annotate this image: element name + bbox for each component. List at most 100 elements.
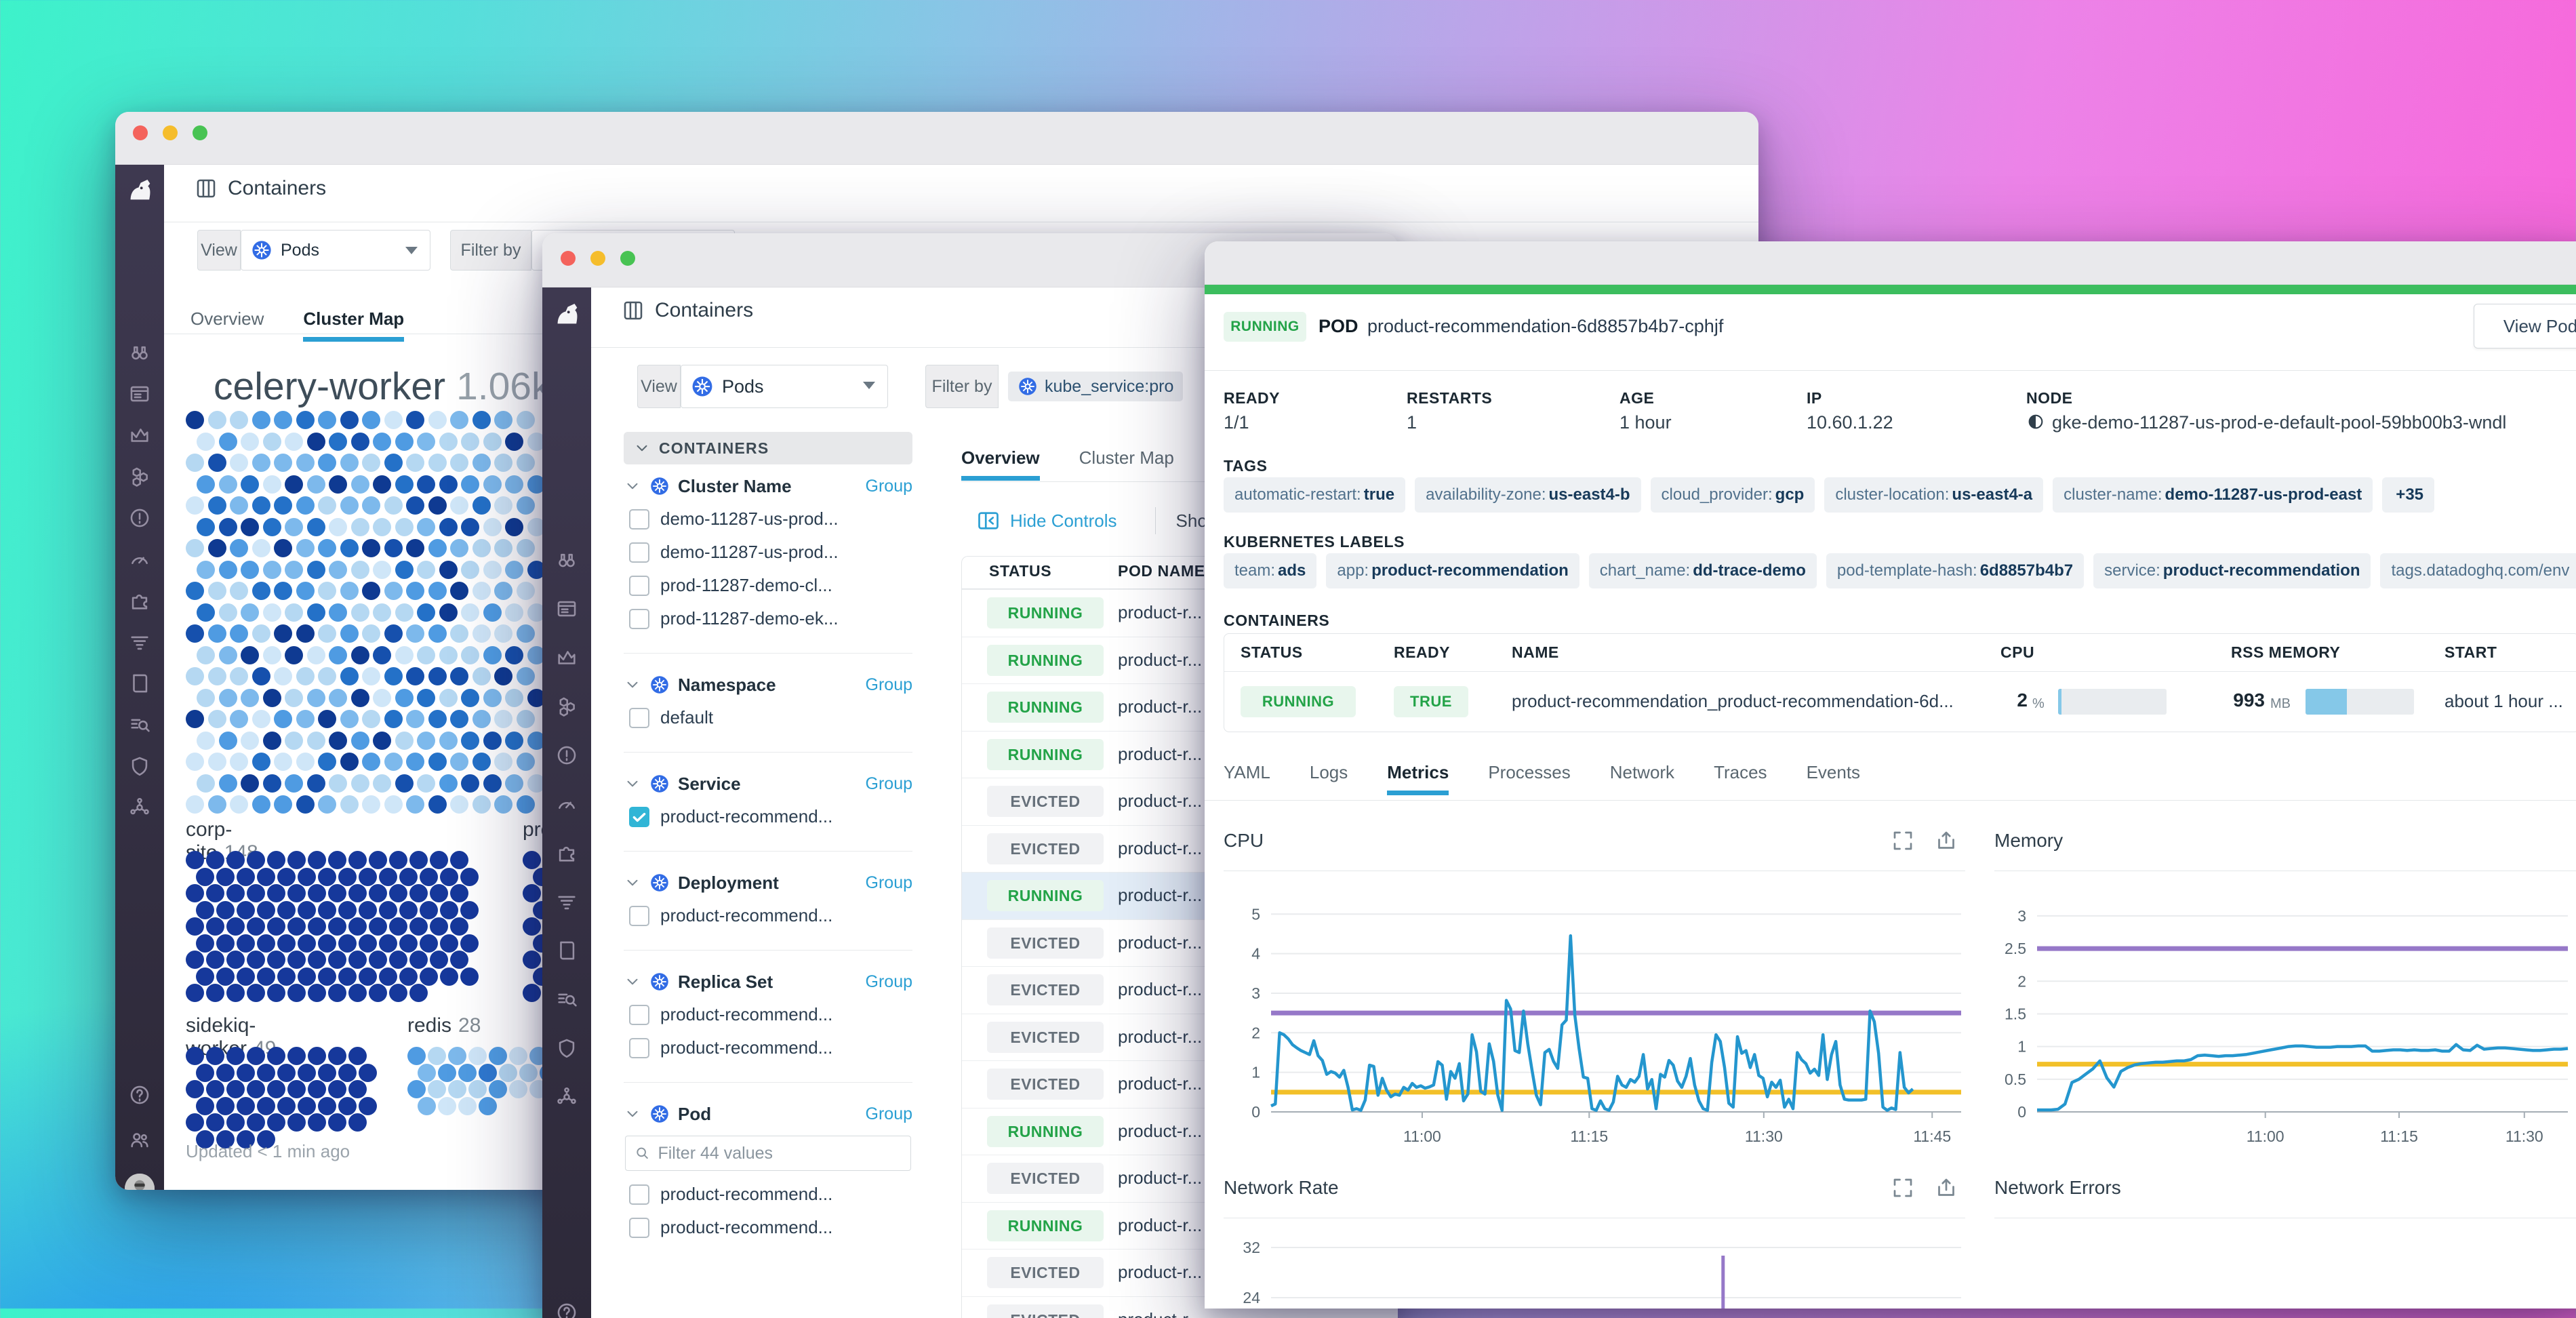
pod-dot[interactable]	[384, 539, 403, 557]
pod-dot[interactable]	[340, 411, 359, 429]
pod-dot[interactable]	[417, 518, 435, 536]
pod-dot[interactable]	[296, 753, 315, 771]
pod-dot[interactable]	[208, 753, 226, 771]
tag-pill[interactable]: app:product-recommendation	[1326, 553, 1579, 588]
pod-dot[interactable]	[274, 795, 292, 814]
pod-dot[interactable]	[247, 1113, 265, 1132]
pod-dot[interactable]	[384, 795, 403, 814]
pod-dot[interactable]	[298, 934, 316, 953]
pod-dot[interactable]	[241, 433, 259, 451]
pod-dot[interactable]	[298, 1097, 316, 1115]
pod-dot[interactable]	[277, 1064, 296, 1082]
pod-dot[interactable]	[450, 795, 468, 814]
pod-dot[interactable]	[328, 917, 346, 936]
pod-dot[interactable]	[287, 1113, 306, 1132]
pod-dot[interactable]	[241, 646, 259, 664]
pod-dot[interactable]	[483, 561, 502, 579]
group-section-header[interactable]: ServiceGroup	[624, 767, 912, 800]
pod-dot[interactable]	[257, 1064, 275, 1082]
pod-dot[interactable]	[267, 1113, 285, 1132]
pod-dot[interactable]	[472, 753, 491, 771]
pod-dot[interactable]	[450, 582, 468, 600]
pod-dot[interactable]	[439, 561, 458, 579]
pod-dot[interactable]	[226, 917, 245, 936]
pod-dot[interactable]	[395, 561, 414, 579]
pod-dot[interactable]	[439, 646, 458, 664]
pod-dot[interactable]	[373, 732, 391, 750]
pod-dot[interactable]	[406, 795, 424, 814]
pod-dot[interactable]	[450, 884, 468, 902]
pod-dot[interactable]	[409, 984, 428, 1002]
pod-dot[interactable]	[369, 884, 387, 902]
pod-dot[interactable]	[263, 433, 281, 451]
pod-dot[interactable]	[406, 624, 424, 643]
pod-dot[interactable]	[468, 1047, 487, 1065]
pod-dot[interactable]	[296, 667, 315, 685]
group-link[interactable]: Group	[866, 675, 912, 695]
tab-cluster-map[interactable]: Cluster Map	[303, 308, 404, 340]
pod-dot[interactable]	[440, 967, 458, 986]
pod-dot[interactable]	[263, 646, 281, 664]
pod-dot[interactable]	[373, 774, 391, 793]
pod-dot[interactable]	[208, 667, 226, 685]
pod-dot[interactable]	[196, 1097, 214, 1115]
pod-dot[interactable]	[517, 411, 535, 429]
pod-dot[interactable]	[219, 774, 237, 793]
pod-dot[interactable]	[230, 582, 248, 600]
pod-dot[interactable]	[461, 433, 479, 451]
metrics-icon[interactable]	[555, 646, 578, 669]
pod-dot[interactable]	[362, 411, 380, 429]
pod-dot[interactable]	[230, 454, 248, 472]
group-link[interactable]: Group	[866, 1104, 912, 1124]
pod-dot[interactable]	[362, 795, 380, 814]
infrastructure-icon[interactable]	[555, 695, 578, 718]
pod-dot[interactable]	[517, 795, 535, 814]
pod-dot[interactable]	[523, 984, 541, 1002]
checkbox[interactable]	[629, 708, 649, 728]
pod-dot[interactable]	[252, 795, 270, 814]
pod-dot[interactable]	[296, 795, 315, 814]
pod-dot[interactable]	[196, 967, 214, 986]
pod-dot[interactable]	[186, 984, 204, 1002]
pod-dot[interactable]	[406, 753, 424, 771]
pod-dot[interactable]	[247, 951, 265, 969]
pod-dot[interactable]	[277, 868, 296, 886]
pod-dot[interactable]	[430, 951, 448, 969]
pod-dot[interactable]	[438, 1097, 456, 1115]
metrics-icon[interactable]	[128, 424, 151, 447]
pod-dot[interactable]	[308, 851, 326, 869]
pod-dot[interactable]	[208, 624, 226, 643]
pod-dot[interactable]	[472, 539, 491, 557]
pod-dot[interactable]	[472, 582, 491, 600]
pod-dot[interactable]	[267, 851, 285, 869]
pod-dot[interactable]	[440, 934, 458, 953]
pod-dot[interactable]	[483, 433, 502, 451]
tag-pill[interactable]: pod-template-hash:6d8857b4b7	[1826, 553, 2084, 588]
pod-dot[interactable]	[517, 539, 535, 557]
pod-dot[interactable]	[369, 917, 387, 936]
pod-dot[interactable]	[296, 582, 315, 600]
pod-dot[interactable]	[287, 884, 306, 902]
pod-dot[interactable]	[285, 475, 303, 494]
export-icon[interactable]	[1934, 1176, 1958, 1200]
pod-dot[interactable]	[263, 518, 281, 536]
pod-dot[interactable]	[206, 984, 224, 1002]
monitors-icon[interactable]	[555, 744, 578, 767]
pod-dot[interactable]	[237, 967, 255, 986]
pod-dot[interactable]	[318, 753, 336, 771]
pod-dot[interactable]	[308, 984, 326, 1002]
pod-dot[interactable]	[369, 984, 387, 1002]
pod-dot[interactable]	[230, 496, 248, 515]
pod-dot[interactable]	[362, 496, 380, 515]
pod-dot[interactable]	[389, 917, 407, 936]
pod-dot[interactable]	[409, 884, 428, 902]
pod-dot[interactable]	[472, 795, 491, 814]
group-section-header[interactable]: Cluster NameGroup	[624, 470, 912, 502]
notebooks-icon[interactable]	[555, 939, 578, 962]
pod-dot[interactable]	[241, 689, 259, 707]
pod-dot[interactable]	[399, 868, 418, 886]
pod-dot[interactable]	[263, 774, 281, 793]
pod-dot[interactable]	[373, 561, 391, 579]
pod-dot[interactable]	[196, 934, 214, 953]
group-section-header[interactable]: NamespaceGroup	[624, 668, 912, 701]
